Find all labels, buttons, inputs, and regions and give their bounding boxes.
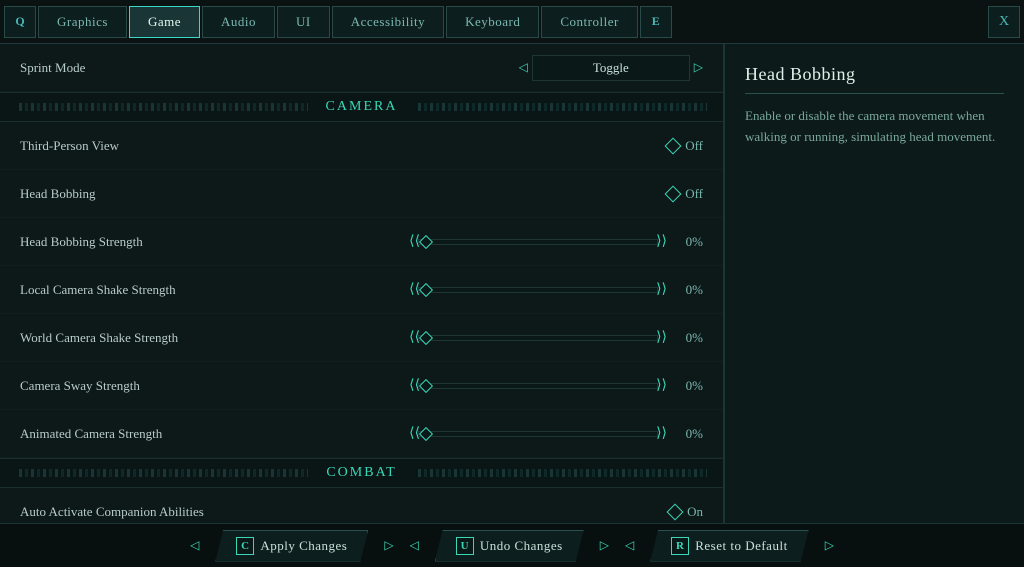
head-bobbing-strength-value: 0% — [675, 234, 703, 250]
apply-chevron-left-icon: ◁ — [190, 538, 199, 553]
reset-chevron-right-icon: ▷ — [825, 538, 834, 553]
info-description: Enable or disable the camera movement wh… — [745, 106, 1004, 148]
slider-wrapper-5: ⟨⟨ ⟩⟩ — [409, 425, 667, 442]
local-camera-shake-value: 0% — [675, 282, 703, 298]
world-camera-shake-control[interactable]: ⟨⟨ ⟩⟩ 0% — [409, 329, 703, 346]
camera-sway-label: Camera Sway Strength — [20, 378, 409, 394]
combat-section-divider: Combat — [0, 458, 723, 488]
info-panel: Head Bobbing Enable or disable the camer… — [724, 44, 1024, 567]
combat-section-label: Combat — [316, 465, 406, 481]
camera-section-divider: Camera — [0, 92, 723, 122]
slider-wrapper-1: ⟨⟨ ⟩⟩ — [409, 233, 667, 250]
head-bobbing-strength-row[interactable]: Head Bobbing Strength ⟨⟨ ⟩⟩ 0% — [0, 218, 723, 266]
bottom-bar: ◁ C Apply Changes ▷ ◁ U Undo Changes ▷ ◁… — [0, 523, 1024, 567]
close-button[interactable]: X — [988, 6, 1020, 38]
sprint-value: Toggle — [532, 55, 690, 81]
slider-thumb-4[interactable] — [419, 378, 433, 392]
local-camera-shake-control[interactable]: ⟨⟨ ⟩⟩ 0% — [409, 281, 703, 298]
slider-track-5[interactable] — [418, 431, 658, 437]
toggle-diamond-icon — [665, 137, 682, 154]
head-bobbing-value: Off — [685, 186, 703, 202]
apply-key-icon: C — [236, 537, 254, 555]
world-camera-shake-row[interactable]: World Camera Shake Strength ⟨⟨ ⟩⟩ 0% — [0, 314, 723, 362]
settings-page: Q Graphics Game Audio UI Accessibility K… — [0, 0, 1024, 567]
sprint-mode-label: Sprint Mode — [20, 60, 519, 76]
world-camera-shake-label: World Camera Shake Strength — [20, 330, 409, 346]
selector-arrow-left-icon[interactable]: ◁ — [519, 60, 528, 75]
tab-ui[interactable]: UI — [277, 6, 330, 38]
slider-wrapper-4: ⟨⟨ ⟩⟩ — [409, 377, 667, 394]
reset-chevron-left-icon: ◁ — [625, 538, 634, 553]
local-camera-shake-label: Local Camera Shake Strength — [20, 282, 409, 298]
combat-divider-line-left — [16, 469, 308, 477]
reset-to-default-button[interactable]: R Reset to Default — [650, 530, 808, 562]
reset-to-default-label: Reset to Default — [695, 538, 787, 554]
camera-sway-value: 0% — [675, 378, 703, 394]
tab-accessibility[interactable]: Accessibility — [332, 6, 444, 38]
head-bobbing-row[interactable]: Head Bobbing Off — [0, 170, 723, 218]
undo-chevron-right-icon: ▷ — [600, 538, 609, 553]
tab-audio[interactable]: Audio — [202, 6, 275, 38]
animated-camera-value: 0% — [675, 426, 703, 442]
third-person-view-label: Third-Person View — [20, 138, 667, 154]
slider-thumb-5[interactable] — [419, 426, 433, 440]
third-person-view-row[interactable]: Third-Person View Off — [0, 122, 723, 170]
camera-section-label: Camera — [316, 99, 408, 115]
head-bobbing-strength-control[interactable]: ⟨⟨ ⟩⟩ 0% — [409, 233, 703, 250]
head-bobbing-strength-label: Head Bobbing Strength — [20, 234, 409, 250]
slider-track-1[interactable] — [418, 239, 658, 245]
combat-divider-line-right — [415, 469, 707, 477]
content-panel[interactable]: Sprint Mode ◁ Toggle ▷ Camera Third-Pers… — [0, 44, 724, 567]
slider-wrapper-3: ⟨⟨ ⟩⟩ — [409, 329, 667, 346]
tab-game[interactable]: Game — [129, 6, 200, 38]
local-camera-shake-row[interactable]: Local Camera Shake Strength ⟨⟨ ⟩⟩ 0% — [0, 266, 723, 314]
slider-thumb-2[interactable] — [419, 282, 433, 296]
nav-corner-left: Q — [4, 6, 36, 38]
top-nav: Q Graphics Game Audio UI Accessibility K… — [0, 0, 1024, 44]
camera-sway-control[interactable]: ⟨⟨ ⟩⟩ 0% — [409, 377, 703, 394]
reset-key-icon: R — [671, 537, 689, 555]
tab-keyboard[interactable]: Keyboard — [446, 6, 539, 38]
animated-camera-row[interactable]: Animated Camera Strength ⟨⟨ ⟩⟩ 0% — [0, 410, 723, 458]
slider-track-4[interactable] — [418, 383, 658, 389]
apply-chevron-right-icon: ▷ — [384, 538, 393, 553]
third-person-view-value: Off — [685, 138, 703, 154]
third-person-view-control[interactable]: Off — [667, 138, 703, 154]
slider-thumb-1[interactable] — [419, 234, 433, 248]
undo-changes-label: Undo Changes — [480, 538, 563, 554]
info-title: Head Bobbing — [745, 64, 1004, 94]
toggle-diamond-icon-2 — [665, 185, 682, 202]
auto-activate-companion-control[interactable]: On — [669, 504, 703, 520]
auto-activate-companion-label: Auto Activate Companion Abilities — [20, 504, 669, 520]
camera-sway-row[interactable]: Camera Sway Strength ⟨⟨ ⟩⟩ 0% — [0, 362, 723, 410]
animated-camera-control[interactable]: ⟨⟨ ⟩⟩ 0% — [409, 425, 703, 442]
slider-track-3[interactable] — [418, 335, 658, 341]
toggle-diamond-icon-3 — [667, 503, 684, 520]
slider-wrapper-2: ⟨⟨ ⟩⟩ — [409, 281, 667, 298]
nav-corner-right: E — [640, 6, 672, 38]
divider-line-left — [16, 103, 308, 111]
animated-camera-label: Animated Camera Strength — [20, 426, 409, 442]
apply-changes-label: Apply Changes — [260, 538, 347, 554]
tab-graphics[interactable]: Graphics — [38, 6, 127, 38]
head-bobbing-label: Head Bobbing — [20, 186, 667, 202]
selector-arrow-right-icon[interactable]: ▷ — [694, 60, 703, 75]
apply-changes-button[interactable]: C Apply Changes — [215, 530, 368, 562]
auto-activate-companion-value: On — [687, 504, 703, 520]
world-camera-shake-value: 0% — [675, 330, 703, 346]
head-bobbing-control[interactable]: Off — [667, 186, 703, 202]
main-layout: Sprint Mode ◁ Toggle ▷ Camera Third-Pers… — [0, 44, 1024, 567]
divider-line-right — [415, 103, 707, 111]
undo-key-icon: U — [456, 537, 474, 555]
slider-track-2[interactable] — [418, 287, 658, 293]
tab-controller[interactable]: Controller — [541, 6, 637, 38]
sprint-mode-row: Sprint Mode ◁ Toggle ▷ — [0, 44, 723, 92]
sprint-selector[interactable]: ◁ Toggle ▷ — [519, 55, 703, 81]
undo-changes-button[interactable]: U Undo Changes — [435, 530, 584, 562]
undo-chevron-left-icon: ◁ — [410, 538, 419, 553]
slider-thumb-3[interactable] — [419, 330, 433, 344]
